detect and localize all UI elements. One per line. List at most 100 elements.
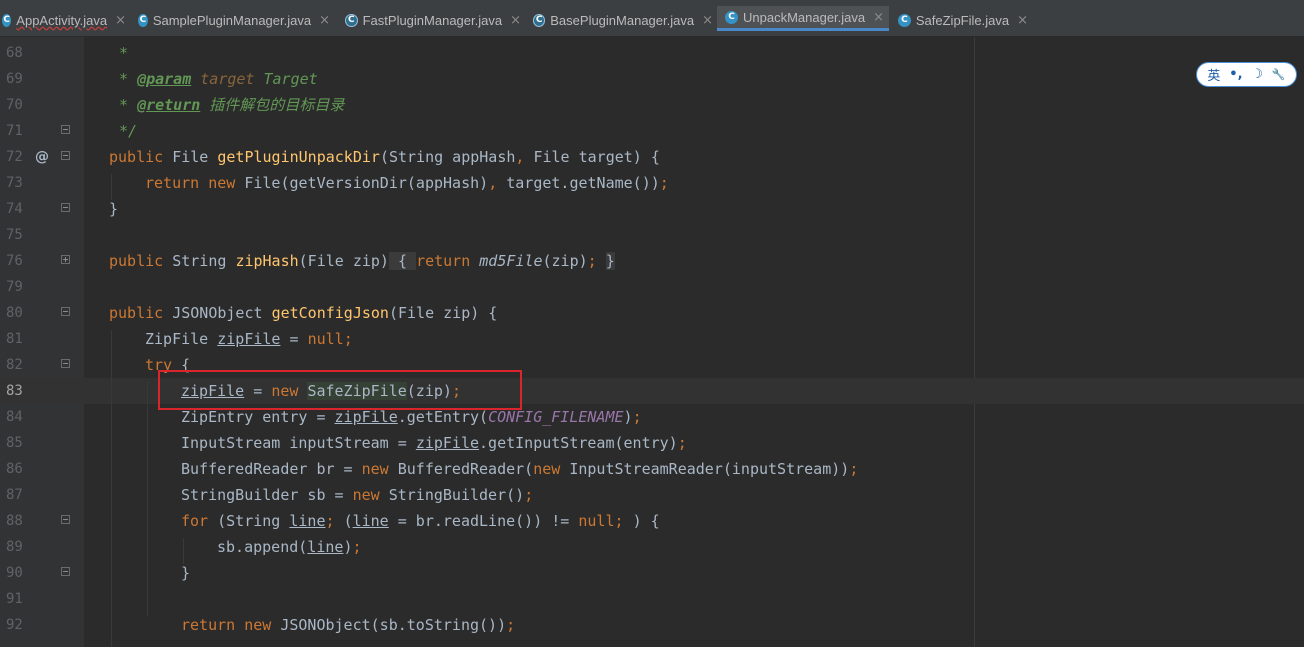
class-icon: C (898, 13, 911, 27)
tab-label: FastPluginManager.java (362, 12, 503, 28)
abstract-class-icon: C (345, 13, 358, 27)
code-line-92: 92 return new JSONObject(sb.toString()); (0, 612, 1304, 638)
tab-samplepluginmanager[interactable]: C SamplePluginManager.java × (138, 6, 330, 34)
line-number: 70 (6, 97, 23, 113)
editor-tab-bar: C AppActivity.java × C SamplePluginManager.… (0, 0, 1304, 37)
line-number: 68 (6, 45, 23, 61)
line-number: 88 (6, 513, 23, 529)
code-line-80: 80 public JSONObject getConfigJson(File … (0, 300, 1304, 326)
line-number: 92 (6, 617, 23, 633)
line-number: 79 (6, 279, 23, 295)
tab-safezipfile[interactable]: C SafeZipFile.java × (898, 6, 1028, 34)
code-text: public JSONObject getConfigJson(File zip… (109, 304, 498, 322)
line-number: 72 (6, 149, 23, 165)
code-text: * (119, 44, 129, 62)
code-line-86: 86 BufferedReader br = new BufferedReade… (0, 456, 1304, 482)
line-number: 75 (6, 227, 23, 243)
code-line-68: 68 * (0, 40, 1304, 66)
code-line-81: 81 ZipFile zipFile = null; (0, 326, 1304, 352)
code-text: public String zipHash(File zip) { return… (109, 252, 615, 270)
ime-toolbar[interactable]: 英 •, ☽ 🔧 (1196, 62, 1297, 87)
code-line-91: 91 (0, 586, 1304, 612)
code-line-87: 87 StringBuilder sb = new StringBuilder(… (0, 482, 1304, 508)
code-text: } (109, 200, 119, 218)
line-number: 91 (6, 591, 23, 607)
fold-marker[interactable] (61, 151, 70, 160)
line-number: 86 (6, 461, 23, 477)
fold-marker-collapsed[interactable] (61, 255, 70, 264)
tab-label: UnpackManager.java (743, 9, 866, 25)
tab-label: SamplePluginManager.java (152, 12, 312, 28)
code-line-73: 73 return new File(getVersionDir(appHash… (0, 170, 1304, 196)
code-line-69: 69 * @param target Target (0, 66, 1304, 92)
line-number: 80 (6, 305, 23, 321)
code-line-70: 70 * @return 插件解包的目标目录 (0, 92, 1304, 118)
close-icon[interactable]: × (702, 13, 713, 28)
code-line-90: 90 } (0, 560, 1304, 586)
tab-basepluginmanager[interactable]: C BasePluginManager.java × (533, 6, 713, 34)
abstract-class-icon: C (533, 13, 546, 27)
code-text: return new JSONObject(sb.toString()); (181, 616, 516, 634)
code-text: */ (119, 122, 138, 140)
code-text: } (181, 564, 191, 582)
code-text: sb.append(line); (217, 538, 362, 556)
ime-punctuation-toggle[interactable]: •, (1229, 67, 1242, 82)
code-text: ZipFile zipFile = null; (145, 330, 353, 348)
line-number: 90 (6, 565, 23, 581)
tab-label: BasePluginManager.java (550, 12, 695, 28)
fold-marker[interactable] (61, 515, 70, 524)
line-number: 74 (6, 201, 23, 217)
code-line-88: 88 for (String line; (line = br.readLine… (0, 508, 1304, 534)
tab-label: SafeZipFile.java (915, 12, 1010, 28)
class-icon: C (138, 13, 148, 27)
moon-icon[interactable]: ☽ (1251, 67, 1263, 82)
line-number: 71 (6, 123, 23, 139)
close-icon[interactable]: × (115, 13, 126, 28)
line-number: 85 (6, 435, 23, 451)
tab-appactivity[interactable]: C AppActivity.java × (0, 6, 126, 34)
code-line-89: 89 sb.append(line); (0, 534, 1304, 560)
highlight-annotation-box (158, 370, 522, 410)
line-number: 89 (6, 539, 23, 555)
code-line-85: 85 InputStream inputStream = zipFile.get… (0, 430, 1304, 456)
fold-marker[interactable] (61, 567, 70, 576)
code-text: for (String line; (line = br.readLine())… (181, 512, 660, 530)
code-text: * @return 插件解包的目标目录 (119, 96, 345, 114)
code-line-74: 74 } (0, 196, 1304, 222)
code-line-75: 75 (0, 222, 1304, 248)
fold-marker[interactable] (61, 203, 70, 212)
fold-marker[interactable] (61, 125, 70, 134)
close-icon[interactable]: × (873, 10, 884, 25)
line-number: 81 (6, 331, 23, 347)
code-text: return new File(getVersionDir(appHash), … (145, 174, 669, 192)
tab-unpackmanager[interactable]: C UnpackManager.java × (717, 6, 889, 31)
wrench-icon[interactable]: 🔧 (1272, 68, 1286, 81)
tab-label: AppActivity.java (16, 12, 108, 28)
class-icon: C (2, 13, 12, 27)
ime-language-toggle[interactable]: 英 (1207, 65, 1220, 84)
code-text: * @param target Target (119, 70, 318, 88)
line-number: 84 (6, 409, 23, 425)
class-icon: C (725, 10, 738, 24)
override-marker-icon[interactable]: @ (35, 144, 49, 170)
code-text: public File getPluginUnpackDir(String ap… (109, 148, 660, 166)
code-text: StringBuilder sb = new StringBuilder(); (181, 486, 534, 504)
code-line-76: 76 public String zipHash(File zip) { ret… (0, 248, 1304, 274)
code-text: BufferedReader br = new BufferedReader(n… (181, 460, 859, 478)
line-number: 82 (6, 357, 23, 373)
close-icon[interactable]: × (1017, 13, 1028, 28)
line-number: 87 (6, 487, 23, 503)
line-number: 76 (6, 253, 23, 269)
code-line-71: 71 */ (0, 118, 1304, 144)
close-icon[interactable]: × (319, 13, 330, 28)
line-number: 73 (6, 175, 23, 191)
code-line-72: 72 @ public File getPluginUnpackDir(Stri… (0, 144, 1304, 170)
line-number: 69 (6, 71, 23, 87)
code-line-79: 79 (0, 274, 1304, 300)
code-text: InputStream inputStream = zipFile.getInp… (181, 434, 687, 452)
tab-fastpluginmanager[interactable]: C FastPluginManager.java × (345, 6, 521, 34)
fold-marker[interactable] (61, 359, 70, 368)
line-number: 83 (6, 383, 23, 399)
close-icon[interactable]: × (510, 13, 521, 28)
fold-marker[interactable] (61, 307, 70, 316)
